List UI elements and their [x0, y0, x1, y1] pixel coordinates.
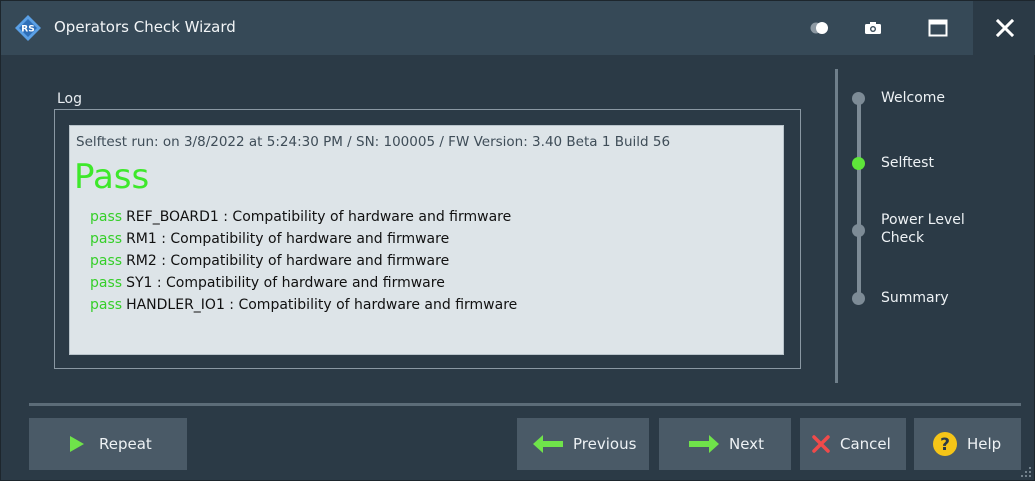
step-dot — [852, 92, 865, 105]
step-dot-active — [852, 157, 865, 170]
footer-divider — [29, 403, 1021, 406]
entry-status: pass — [90, 275, 123, 291]
step-dot — [852, 224, 865, 237]
entry-status: pass — [90, 231, 123, 247]
step-dot — [852, 292, 865, 305]
repeat-button[interactable]: Repeat — [29, 418, 187, 470]
log-entry: pass SY1 : Compatibility of hardware and … — [90, 272, 517, 294]
close-button[interactable] — [973, 1, 1035, 55]
next-label: Next — [729, 435, 764, 453]
overall-result: Pass — [74, 157, 150, 197]
log-entry: pass RM2 : Compatibility of hardware and … — [90, 250, 517, 272]
camera-icon — [865, 22, 881, 34]
maximize-icon — [928, 19, 948, 37]
screenshot-button[interactable] — [853, 1, 893, 55]
cancel-button[interactable]: Cancel — [800, 418, 906, 470]
rs-logo-icon: RS — [15, 15, 41, 41]
entry-text: RM2 : Compatibility of hardware and firm… — [126, 253, 450, 269]
window-title: Operators Check Wizard — [54, 18, 236, 36]
step-label: Summary — [881, 290, 949, 306]
toggle-button[interactable] — [798, 1, 842, 55]
previous-button[interactable]: Previous — [517, 418, 649, 470]
step-label: Welcome — [881, 90, 946, 106]
toggle-icon — [810, 22, 828, 34]
entry-text: SY1 : Compatibility of hardware and firm… — [126, 275, 445, 291]
log-entries: pass REF_BOARD1 : Compatibility of hardwa… — [90, 206, 517, 316]
entry-status: pass — [90, 297, 123, 313]
steps-divider — [835, 69, 838, 383]
entry-text: RM1 : Compatibility of hardware and firm… — [126, 231, 450, 247]
wizard-window: RS Operators Check Wizard Log Selftest r… — [0, 0, 1035, 481]
help-button[interactable]: ? Help — [914, 418, 1021, 470]
steps-track — [857, 97, 861, 299]
help-label: Help — [967, 435, 1002, 453]
cancel-x-icon — [811, 434, 831, 454]
resize-grip-icon[interactable] — [1020, 466, 1032, 478]
entry-status: pass — [90, 253, 123, 269]
close-icon — [995, 19, 1014, 37]
entry-text: REF_BOARD1 : Compatibility of hardware a… — [126, 209, 512, 225]
previous-label: Previous — [573, 435, 637, 453]
help-icon: ? — [932, 431, 958, 457]
next-button[interactable]: Next — [659, 418, 791, 470]
entry-text: HANDLER_IO1 : Compatibility of hardware … — [126, 297, 518, 313]
log-entry: pass REF_BOARD1 : Compatibility of hardwa… — [90, 206, 517, 228]
log-caption: Log — [57, 91, 83, 107]
play-icon — [69, 435, 85, 453]
step-label: Selftest — [881, 155, 934, 171]
selftest-summary-line: Selftest run: on 3/8/2022 at 5:24:30 PM … — [76, 134, 671, 150]
arrow-left-icon — [533, 435, 563, 453]
title-bar: RS Operators Check Wizard — [1, 1, 1035, 55]
log-entry: pass HANDLER_IO1 : Compatibility of hardw… — [90, 294, 517, 316]
log-entry: pass RM1 : Compatibility of hardware and … — [90, 228, 517, 250]
maximize-button[interactable] — [916, 1, 960, 55]
log-output[interactable]: Selftest run: on 3/8/2022 at 5:24:30 PM … — [69, 125, 784, 355]
svg-text:RS: RS — [21, 25, 34, 35]
cancel-label: Cancel — [840, 435, 891, 453]
svg-text:?: ? — [940, 435, 950, 455]
repeat-label: Repeat — [99, 435, 152, 453]
entry-status: pass — [90, 209, 123, 225]
arrow-right-icon — [689, 435, 719, 453]
step-label: Power Level Check — [881, 212, 965, 246]
